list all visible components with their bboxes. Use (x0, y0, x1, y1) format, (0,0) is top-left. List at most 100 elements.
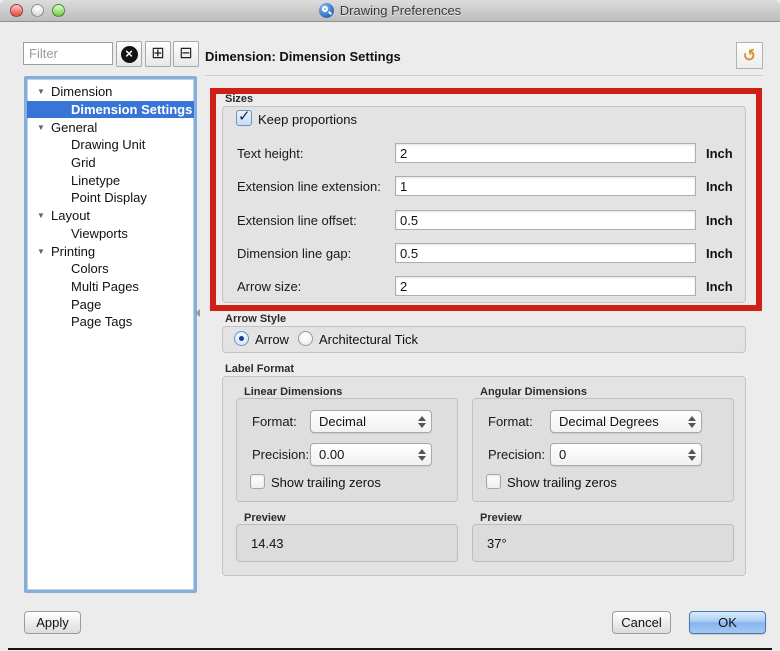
sidebar-item-printing[interactable]: ▼ Printing (27, 242, 194, 260)
ext-line-extension-input[interactable] (395, 176, 696, 196)
apply-button[interactable]: Apply (24, 611, 81, 634)
window-title-area: Drawing Preferences (319, 3, 461, 18)
arrow-radio-label: Arrow (255, 332, 289, 347)
dim-line-gap-label: Dimension line gap: (237, 246, 351, 261)
text-height-unit: Inch (706, 146, 733, 161)
undo-arrow-icon: ↺ (740, 44, 758, 67)
angular-format-dropdown[interactable]: Decimal Degrees (550, 410, 702, 433)
sidebar-item-page-tags[interactable]: Page Tags (27, 313, 194, 331)
window-title: Drawing Preferences (340, 3, 461, 18)
tree-label: Point Display (71, 190, 147, 205)
sidebar-item-multi-pages[interactable]: Multi Pages (27, 278, 194, 296)
sidebar-item-linetype[interactable]: Linetype (27, 171, 194, 189)
linear-trailing-zeros-checkbox[interactable] (250, 474, 265, 489)
text-height-input[interactable] (395, 143, 696, 163)
arrow-size-label: Arrow size: (237, 279, 301, 294)
cancel-button[interactable]: Cancel (612, 611, 671, 634)
dim-line-gap-unit: Inch (706, 246, 733, 261)
angular-trailing-zeros-label: Show trailing zeros (507, 475, 617, 490)
angular-preview-value: 37° (487, 536, 507, 551)
linear-format-value: Decimal (311, 414, 414, 429)
linear-precision-label: Precision: (252, 447, 309, 462)
tree-label: Page (71, 297, 101, 312)
sidebar-item-dimension-settings[interactable]: Dimension Settings (27, 101, 194, 119)
linear-preview-label: Preview (244, 512, 286, 524)
sidebar-item-colors[interactable]: Colors (27, 260, 194, 278)
sidebar-item-drawing-unit[interactable]: Drawing Unit (27, 136, 194, 154)
ext-line-extension-label: Extension line extension: (237, 179, 381, 194)
sidebar-item-layout[interactable]: ▼ Layout (27, 207, 194, 225)
close-window-button[interactable] (10, 4, 23, 17)
expand-all-button[interactable]: ⊞ (145, 41, 171, 67)
expand-all-icon: ⊞ (151, 46, 164, 62)
page-title: Dimension: Dimension Settings (205, 49, 401, 64)
dim-line-gap-input[interactable] (395, 243, 696, 263)
title-bar: Drawing Preferences (0, 0, 780, 22)
sizes-groupbox (222, 106, 746, 303)
tree-label: Colors (71, 261, 109, 276)
architectural-tick-radio[interactable] (298, 331, 313, 346)
drawing-preferences-window: Drawing Preferences × ⊞ ⊟ Dimension: Dim… (0, 0, 780, 651)
linear-trailing-zeros-label: Show trailing zeros (271, 475, 381, 490)
sidebar-item-page[interactable]: Page (27, 295, 194, 313)
disclosure-triangle-icon[interactable]: ▼ (34, 211, 48, 220)
linear-format-dropdown[interactable]: Decimal (310, 410, 432, 433)
sidebar-item-viewports[interactable]: Viewports (27, 225, 194, 243)
ok-button[interactable]: OK (689, 611, 766, 634)
angular-format-value: Decimal Degrees (551, 414, 684, 429)
disclosure-triangle-icon[interactable]: ▼ (34, 87, 48, 96)
arrow-radio[interactable] (234, 331, 249, 346)
checkmark-icon: ✓ (238, 107, 251, 125)
tree-label: Grid (71, 155, 96, 170)
ext-line-offset-label: Extension line offset: (237, 213, 357, 228)
ext-line-extension-unit: Inch (706, 179, 733, 194)
linear-precision-dropdown[interactable]: 0.00 (310, 443, 432, 466)
clear-filter-icon: × (121, 46, 138, 63)
text-height-label: Text height: (237, 146, 304, 161)
sidebar-item-dimension[interactable]: ▼ Dimension (27, 83, 194, 101)
stepper-arrows-icon (414, 449, 431, 461)
disclosure-triangle-icon[interactable]: ▼ (34, 123, 48, 132)
arrow-size-input[interactable] (395, 276, 696, 296)
linear-precision-value: 0.00 (311, 447, 414, 462)
zoom-window-button[interactable] (52, 4, 65, 17)
angular-trailing-zeros-checkbox[interactable] (486, 474, 501, 489)
filter-input[interactable] (23, 42, 113, 65)
keep-proportions-checkbox[interactable]: ✓ (236, 110, 252, 126)
collapse-all-button[interactable]: ⊟ (173, 41, 199, 67)
angular-dimensions-group-label: Angular Dimensions (480, 386, 587, 398)
label-format-group-label: Label Format (225, 363, 294, 375)
tree-label: Printing (51, 244, 95, 259)
angular-preview-box: 37° (472, 524, 734, 562)
clear-filter-button[interactable]: × (116, 41, 142, 67)
angular-precision-label: Precision: (488, 447, 545, 462)
stepper-arrows-icon (684, 416, 701, 428)
sidebar-item-point-display[interactable]: Point Display (27, 189, 194, 207)
traffic-lights (10, 4, 65, 17)
stepper-arrows-icon (414, 416, 431, 428)
revert-button[interactable]: ↺ (736, 42, 763, 69)
window-bottom-edge (8, 648, 772, 650)
linear-preview-value: 14.43 (251, 536, 284, 551)
sizes-group-label: Sizes (225, 93, 253, 105)
minimize-window-button[interactable] (31, 4, 44, 17)
stepper-arrows-icon (684, 449, 701, 461)
splitter-handle[interactable] (195, 309, 200, 317)
architectural-tick-radio-label: Architectural Tick (319, 332, 418, 347)
angular-preview-label: Preview (480, 512, 522, 524)
sidebar-item-grid[interactable]: Grid (27, 154, 194, 172)
disclosure-triangle-icon[interactable]: ▼ (34, 247, 48, 256)
angular-precision-dropdown[interactable]: 0 (550, 443, 702, 466)
tree-label: Layout (51, 208, 90, 223)
arrow-style-group-label: Arrow Style (225, 313, 286, 325)
ext-line-offset-input[interactable] (395, 210, 696, 230)
tree-label: Dimension (51, 84, 112, 99)
tree-label: General (51, 120, 97, 135)
tree-label: Linetype (71, 173, 120, 188)
sidebar-item-general[interactable]: ▼ General (27, 118, 194, 136)
preferences-tree: ▼ Dimension Dimension Settings ▼ General… (24, 76, 197, 593)
linear-dimensions-group-label: Linear Dimensions (244, 386, 342, 398)
tree-label: Drawing Unit (71, 137, 145, 152)
tree-label: Page Tags (71, 314, 132, 329)
linear-format-label: Format: (252, 414, 297, 429)
